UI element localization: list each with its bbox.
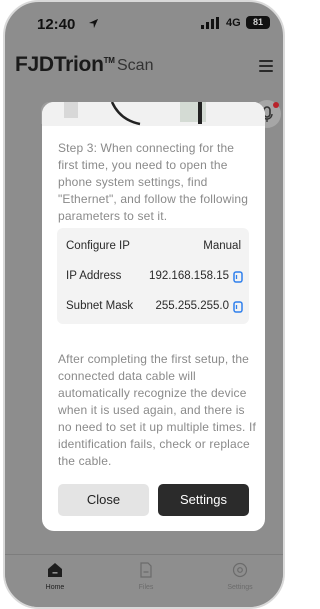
settings-button[interactable]: Settings	[158, 484, 249, 516]
param-row-subnet-mask: Subnet Mask 255.255.255.0	[57, 298, 249, 318]
param-label: Configure IP	[66, 240, 130, 252]
nav-item-home[interactable]: Home	[25, 562, 85, 591]
signal-icon	[201, 17, 219, 29]
nav-label: Home	[45, 584, 65, 591]
param-label: Subnet Mask	[66, 300, 134, 312]
param-value: 192.168.158.15	[149, 270, 229, 282]
brand-subtitle: Scan	[117, 57, 154, 74]
param-value: Manual	[203, 240, 241, 252]
nav-item-settings[interactable]: Settings	[210, 562, 270, 591]
home-icon	[48, 563, 62, 577]
param-value: 255.255.255.0	[155, 300, 229, 312]
nav-item-files[interactable]: Files	[116, 562, 176, 591]
brand-logo: FJDTrionTM	[15, 53, 115, 76]
ethernet-setup-dialog: Step 3: When connecting for the first ti…	[42, 102, 265, 531]
followup-instructions: After completing the first setup, the co…	[58, 352, 256, 468]
nav-label: Files	[138, 584, 154, 591]
network-type: 4G	[226, 17, 241, 29]
copy-icon[interactable]	[233, 271, 243, 283]
close-button[interactable]: Close	[58, 484, 149, 516]
cable-icon	[64, 102, 206, 126]
settings-icon	[232, 562, 248, 578]
step-instructions: Step 3: When connecting for the first ti…	[58, 141, 249, 223]
ethernet-params: Configure IP Manual IP Address 192.168.1…	[57, 228, 249, 324]
battery-level: 81	[246, 16, 270, 29]
app-header: FJDTrionTM Scan	[5, 44, 283, 88]
copy-icon[interactable]	[233, 301, 243, 313]
nav-label: Settings	[227, 584, 253, 591]
status-bar: 12:40 4G 81	[5, 2, 283, 44]
menu-icon[interactable]	[259, 60, 273, 72]
notification-dot	[273, 102, 279, 108]
bottom-nav: Home Files Settings	[5, 554, 283, 607]
cable-illustration	[42, 102, 265, 126]
status-time: 12:40	[37, 16, 76, 33]
file-icon	[140, 562, 152, 578]
param-row-ip-address: IP Address 192.168.158.15	[57, 268, 249, 288]
phone-frame: 12:40 4G 81 FJDTrionTM Scan Step 3: When…	[3, 0, 285, 609]
param-label: IP Address	[66, 270, 122, 282]
param-row-configure-ip: Configure IP Manual	[57, 238, 249, 258]
location-arrow-icon	[88, 18, 99, 29]
